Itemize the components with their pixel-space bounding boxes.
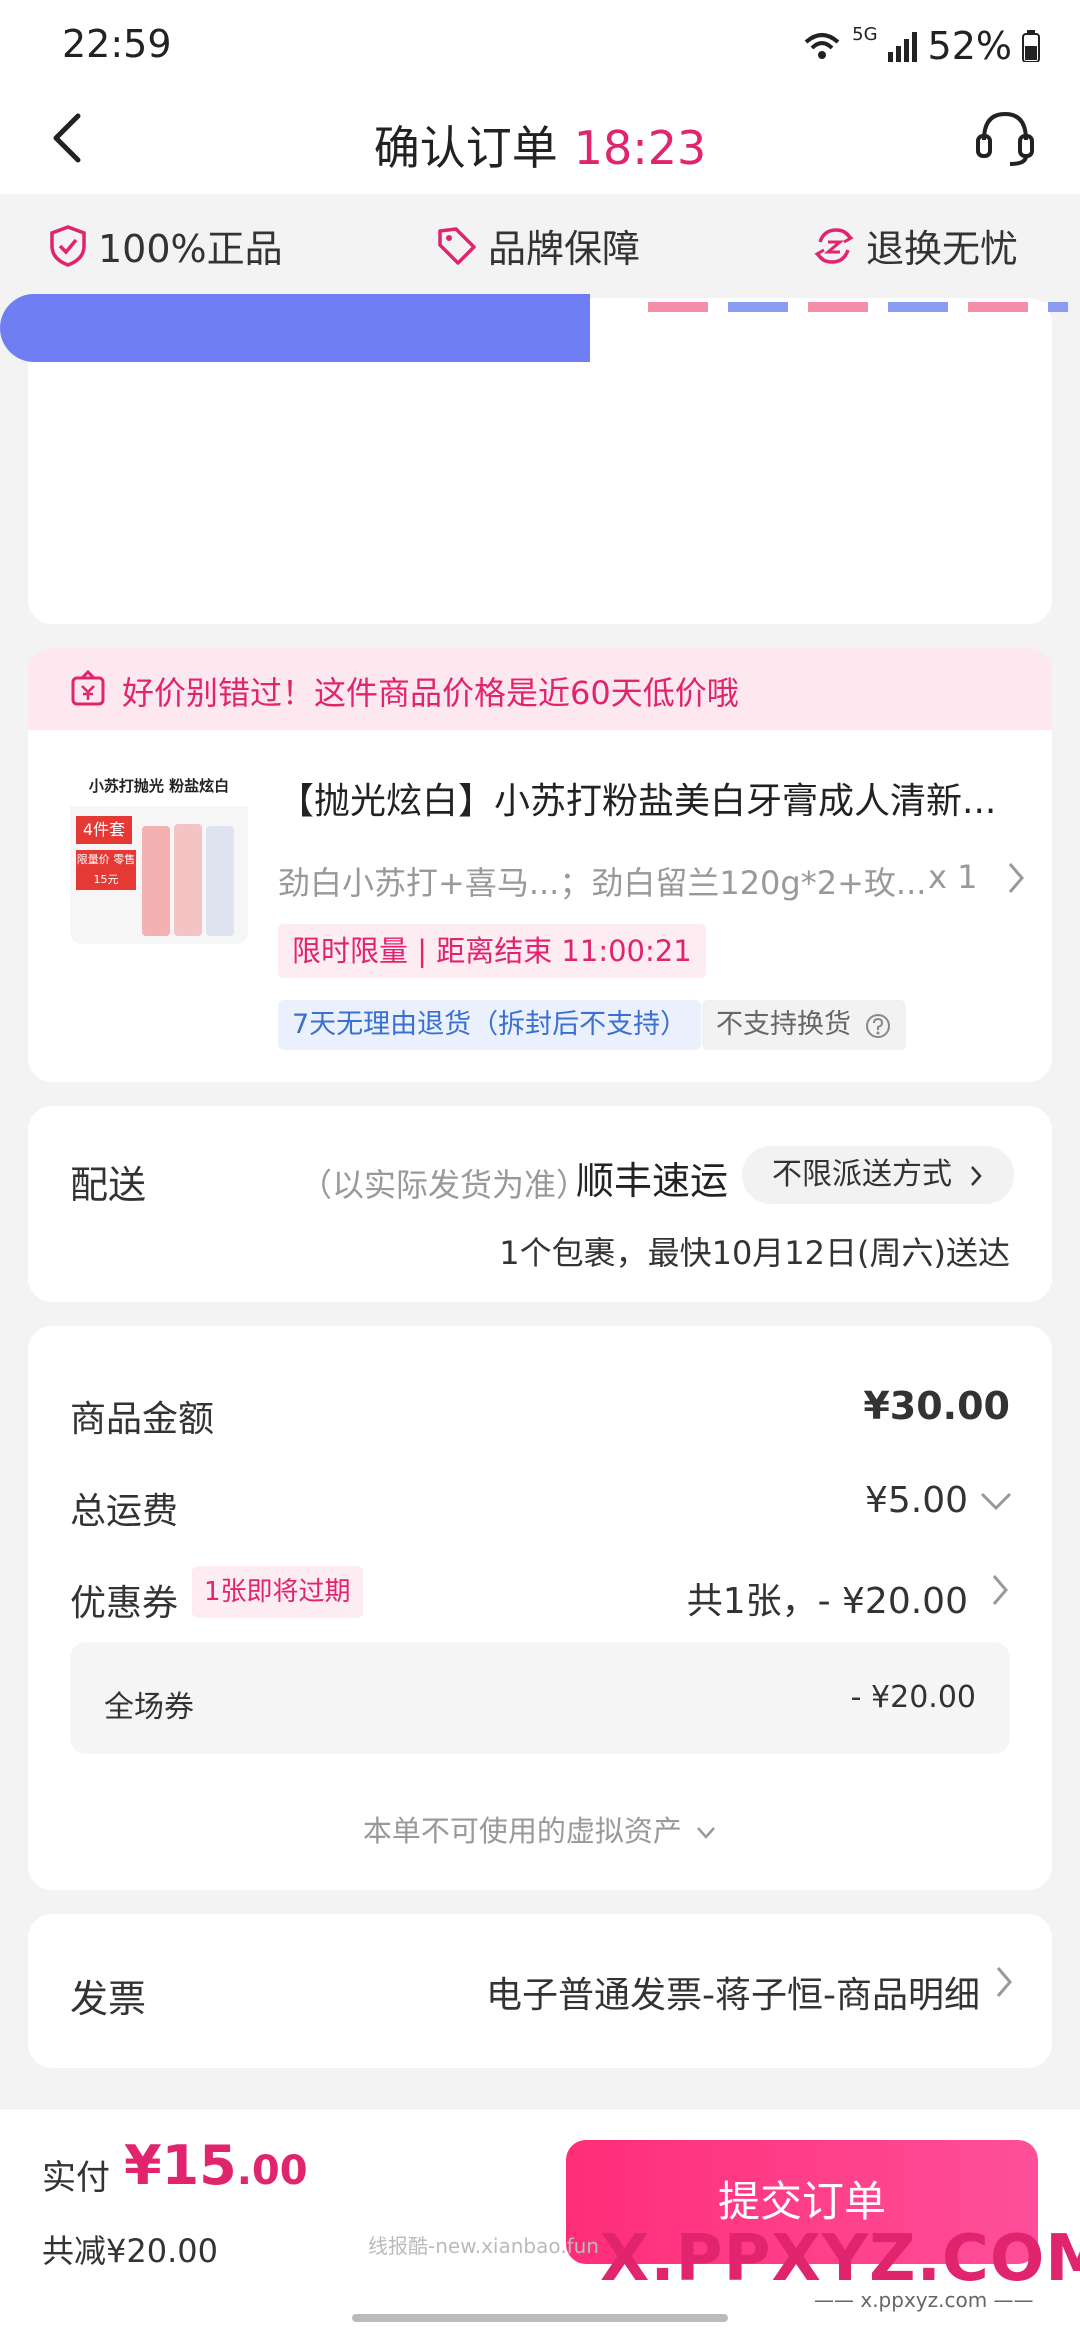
battery-icon bbox=[1022, 30, 1040, 62]
address-card[interactable] bbox=[0, 294, 1068, 624]
store-coupon-value: - ¥20.00 bbox=[850, 1680, 976, 1715]
virtual-assets-label: 本单不可使用的虚拟资产 bbox=[362, 1814, 682, 1848]
toothpaste-tube-white bbox=[206, 826, 234, 936]
thumb-price-badge: 限量价 零售15元 bbox=[76, 850, 136, 890]
order-timer: 18:23 bbox=[573, 121, 707, 175]
delivery-method-label: 不限派送方式 bbox=[772, 1157, 952, 1192]
goods-amount-value: ¥30.00 bbox=[863, 1384, 1010, 1428]
product-quantity: x 1 bbox=[928, 858, 978, 896]
return-policy-tag: 7天无理由退货（拆封后不支持） bbox=[278, 1000, 702, 1050]
toothpaste-tube-pink bbox=[174, 824, 202, 936]
invoice-value[interactable]: 电子普通发票-蒋子恒-商品明细 bbox=[486, 1966, 980, 2018]
delivery-eta: 1个包裹，最快10月12日(周六)送达 bbox=[499, 1234, 1010, 1272]
pay-amount-major: ¥15 bbox=[124, 2134, 237, 2197]
toothpaste-tube-pink bbox=[142, 826, 170, 936]
flash-sale-tag: 限时限量 | 距离结束 11:00:21 bbox=[278, 924, 706, 978]
signal-icon bbox=[887, 32, 917, 62]
wifi-icon bbox=[804, 33, 840, 59]
shipping-label: 总运费 bbox=[70, 1491, 179, 1532]
no-exchange-tag[interactable]: 不支持换货 bbox=[702, 1000, 906, 1050]
courier-name: 顺丰速运 bbox=[576, 1159, 729, 1203]
pay-label: 实付 bbox=[42, 2158, 110, 2198]
chevron-down-icon[interactable] bbox=[978, 1486, 1014, 1520]
product-spec[interactable]: 劲白小苏打+喜马...；劲白留兰120g*2+玫... bbox=[278, 858, 926, 904]
product-name[interactable]: 【抛光炫白】小苏打粉盐美白牙膏成人清新... bbox=[278, 772, 1018, 824]
chevron-right-icon[interactable] bbox=[1004, 858, 1028, 907]
pay-amount: ¥15.00 bbox=[124, 2134, 308, 2197]
home-indicator[interactable] bbox=[352, 2314, 728, 2322]
customer-service-icon[interactable] bbox=[970, 104, 1040, 174]
notice-text: 好价别错过！这件商品价格是近60天低价哦 bbox=[122, 674, 739, 712]
no-exchange-label: 不支持换货 bbox=[716, 1009, 851, 1040]
chevron-right-icon bbox=[970, 1165, 982, 1186]
total-saved: 共减¥20.00 bbox=[42, 2232, 218, 2270]
trust-label: 100%正品 bbox=[98, 227, 283, 271]
shipping-value: ¥5.00 bbox=[864, 1480, 968, 1521]
chevron-right-icon[interactable] bbox=[992, 1962, 1016, 2011]
watermark-text: 线报酷-new.xianbao.fun bbox=[368, 2234, 599, 2258]
redaction-mark bbox=[0, 294, 590, 362]
watermark-brand: X.PPXYZ.COM bbox=[600, 2222, 1080, 2296]
delivery-label: 配送 bbox=[70, 1163, 147, 1207]
refresh-icon bbox=[814, 227, 854, 264]
coupon-label: 优惠券 bbox=[70, 1583, 179, 1624]
product-thumbnail[interactable]: 小苏打抛光 粉盐炫白 4件套 限量价 零售15元 bbox=[70, 766, 248, 944]
delivery-note: （以实际发货为准） bbox=[300, 1166, 589, 1204]
envelope-stripe bbox=[648, 302, 1068, 312]
battery-percent: 52% bbox=[927, 24, 1012, 68]
trust-badge-authentic: 100%正品 bbox=[48, 218, 283, 273]
tag-icon bbox=[438, 226, 476, 265]
coupon-expiry-tag: 1张即将过期 bbox=[192, 1566, 363, 1618]
network-label: 5G bbox=[852, 24, 878, 45]
trust-label: 退换无忧 bbox=[866, 227, 1019, 271]
page-title-text: 确认订单 bbox=[373, 121, 558, 175]
pay-amount-minor: .00 bbox=[236, 2148, 308, 2194]
page-title: 确认订单 18:23 bbox=[0, 112, 1080, 178]
help-icon bbox=[865, 1013, 890, 1038]
delivery-method-button[interactable]: 不限派送方式 bbox=[742, 1146, 1014, 1204]
thumb-caption: 小苏打抛光 粉盐炫白 bbox=[70, 766, 248, 806]
virtual-assets-toggle[interactable]: 本单不可使用的虚拟资产 bbox=[0, 1808, 1080, 1850]
shield-icon bbox=[50, 224, 86, 267]
trust-badge-brand: 品牌保障 bbox=[436, 218, 640, 273]
invoice-label: 发票 bbox=[70, 1977, 147, 2021]
status-time: 22:59 bbox=[62, 22, 172, 66]
watermark-url: —— x.ppxyz.com —— bbox=[814, 2288, 1034, 2312]
thumb-badge: 4件套 bbox=[76, 816, 132, 844]
goods-amount-label: 商品金额 bbox=[70, 1399, 215, 1440]
chevron-down-icon bbox=[697, 1827, 716, 1839]
status-icons: 5G 52% bbox=[802, 24, 1040, 68]
chevron-right-icon[interactable] bbox=[988, 1570, 1012, 1614]
trust-label: 品牌保障 bbox=[488, 227, 641, 271]
price-tag-icon bbox=[71, 670, 105, 706]
coupon-value[interactable]: 共1张，- ¥20.00 bbox=[687, 1572, 968, 1624]
store-coupon-label: 全场券 bbox=[104, 1690, 194, 1725]
trust-badge-return: 退换无忧 bbox=[812, 218, 1018, 273]
